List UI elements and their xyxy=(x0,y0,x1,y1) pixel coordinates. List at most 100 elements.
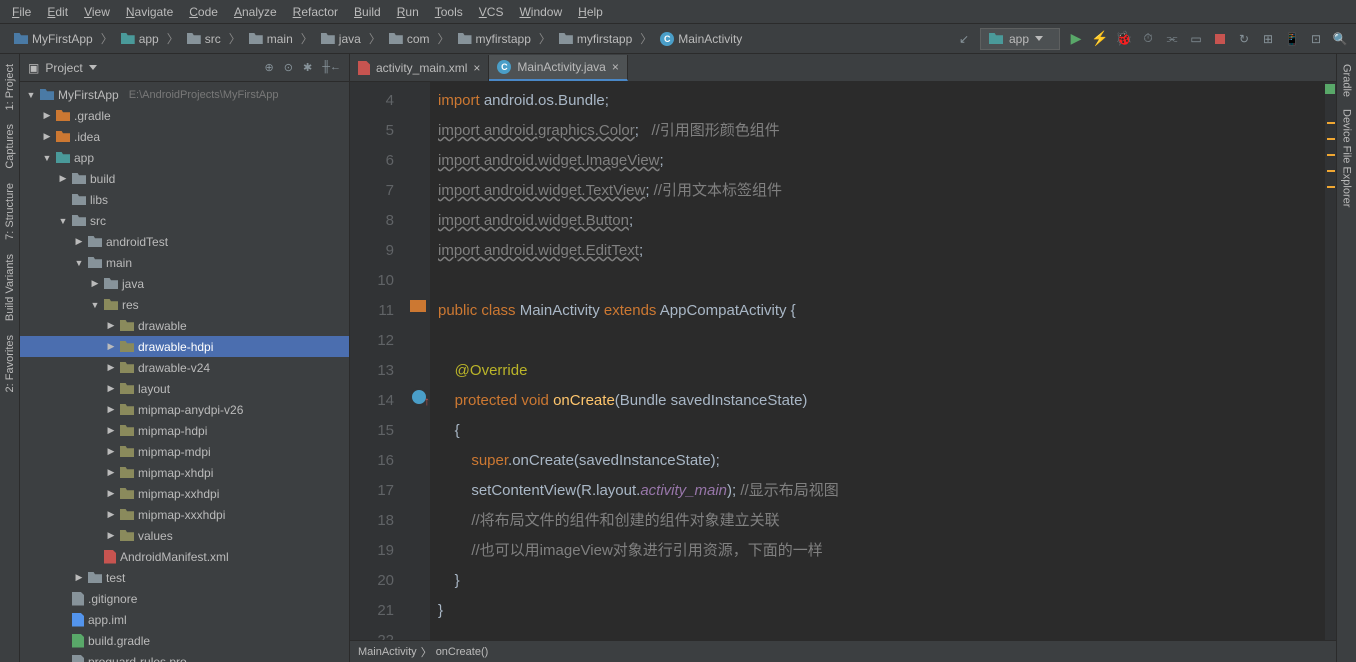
code-line[interactable]: protected void onCreate(Bundle savedInst… xyxy=(438,386,1324,416)
apply-changes-button[interactable]: ⚡ xyxy=(1092,31,1108,47)
code-line[interactable]: super.onCreate(savedInstanceState); xyxy=(438,446,1324,476)
expand-arrow-icon[interactable] xyxy=(26,90,36,100)
code-line[interactable]: import android.widget.EditText; xyxy=(438,236,1324,266)
expand-arrow-icon[interactable] xyxy=(106,467,116,478)
expand-arrow-icon[interactable] xyxy=(106,488,116,499)
avd-button[interactable]: ▭ xyxy=(1188,31,1204,47)
tree-item[interactable]: app xyxy=(20,147,349,168)
breadcrumb-item[interactable]: myfirstapp xyxy=(452,30,537,48)
tree-item[interactable]: app.iml xyxy=(20,609,349,630)
side-tab-captures[interactable]: Captures xyxy=(2,118,18,175)
breadcrumb-item[interactable]: myfirstapp xyxy=(553,30,638,48)
menu-vcs[interactable]: VCS xyxy=(473,3,510,21)
tree-item[interactable]: mipmap-mdpi xyxy=(20,441,349,462)
tree-item[interactable]: build.gradle xyxy=(20,630,349,651)
tree-item[interactable]: AndroidManifest.xml xyxy=(20,546,349,567)
code-line[interactable]: //也可以用imageView对象进行引用资源，下面的一样 xyxy=(438,536,1324,566)
side-tab-project[interactable]: 1: Project xyxy=(2,58,18,116)
warning-mark[interactable] xyxy=(1327,122,1335,124)
stop-button[interactable] xyxy=(1212,31,1228,47)
tree-item[interactable]: drawable-hdpi xyxy=(20,336,349,357)
editor-tab[interactable]: activity_main.xml× xyxy=(350,55,489,81)
code-line[interactable]: setContentView(R.layout.activity_main); … xyxy=(438,476,1324,506)
expand-arrow-icon[interactable] xyxy=(42,131,52,142)
expand-arrow-icon[interactable] xyxy=(90,278,100,289)
tree-item[interactable]: libs xyxy=(20,189,349,210)
tree-item[interactable]: .gradle xyxy=(20,105,349,126)
warning-mark[interactable] xyxy=(1327,186,1335,188)
code-line[interactable]: } xyxy=(438,596,1324,626)
menu-tools[interactable]: Tools xyxy=(429,3,469,21)
breadcrumb-item[interactable]: src xyxy=(181,30,227,48)
breadcrumb-item[interactable]: java xyxy=(315,30,367,48)
tree-item[interactable]: test xyxy=(20,567,349,588)
menu-file[interactable]: File xyxy=(6,3,37,21)
menu-window[interactable]: Window xyxy=(513,3,568,21)
menu-navigate[interactable]: Navigate xyxy=(120,3,179,21)
tree-item[interactable]: .gitignore xyxy=(20,588,349,609)
tree-item[interactable]: mipmap-xhdpi xyxy=(20,462,349,483)
menu-analyze[interactable]: Analyze xyxy=(228,3,283,21)
tree-item[interactable]: androidTest xyxy=(20,231,349,252)
code-line[interactable]: { xyxy=(438,416,1324,446)
target-icon[interactable]: ⊙ xyxy=(284,61,293,74)
side-tab-device-file-explorer[interactable]: Device File Explorer xyxy=(1339,103,1355,213)
breadcrumb-item[interactable]: main xyxy=(243,30,299,48)
breadcrumb-item[interactable]: app xyxy=(115,30,165,48)
warning-mark[interactable] xyxy=(1327,138,1335,140)
run-config-selector[interactable]: app xyxy=(980,28,1060,50)
expand-arrow-icon[interactable] xyxy=(106,530,116,541)
code-line[interactable] xyxy=(438,266,1324,296)
tree-item[interactable]: layout xyxy=(20,378,349,399)
profiler-button[interactable]: ⏱ xyxy=(1140,31,1156,47)
layout-inspector-button[interactable]: ⊡ xyxy=(1308,31,1324,47)
menu-refactor[interactable]: Refactor xyxy=(287,3,344,21)
close-icon[interactable]: × xyxy=(612,60,619,74)
code-line[interactable]: //将布局文件的组件和创建的组件对象建立关联 xyxy=(438,506,1324,536)
expand-arrow-icon[interactable] xyxy=(106,320,116,331)
expand-arrow-icon[interactable] xyxy=(58,216,68,226)
collapse-icon[interactable]: ⊕ xyxy=(265,61,274,74)
debug-button[interactable]: 🐞 xyxy=(1116,31,1132,47)
breadcrumb-item[interactable]: onCreate() xyxy=(436,646,489,658)
side-tab-build-variants[interactable]: Build Variants xyxy=(2,248,18,327)
search-button[interactable]: 🔍 xyxy=(1332,31,1348,47)
code-line[interactable]: import android.graphics.Color; //引用图形颜色组… xyxy=(438,116,1324,146)
expand-arrow-icon[interactable] xyxy=(58,173,68,184)
expand-arrow-icon[interactable] xyxy=(74,258,84,268)
dropdown-icon[interactable] xyxy=(89,65,97,70)
expand-arrow-icon[interactable] xyxy=(42,110,52,121)
code-line[interactable] xyxy=(438,626,1324,640)
override-icon[interactable] xyxy=(410,388,428,406)
tree-item[interactable]: proguard-rules.pro xyxy=(20,651,349,662)
warning-mark[interactable] xyxy=(1327,154,1335,156)
expand-arrow-icon[interactable] xyxy=(106,509,116,520)
code-line[interactable] xyxy=(438,326,1324,356)
menu-build[interactable]: Build xyxy=(348,3,387,21)
tree-item[interactable]: res xyxy=(20,294,349,315)
tree-item[interactable]: values xyxy=(20,525,349,546)
editor-body[interactable]: 45678910111213141516171819202122 import … xyxy=(350,82,1336,640)
expand-arrow-icon[interactable] xyxy=(106,404,116,415)
expand-arrow-icon[interactable] xyxy=(106,383,116,394)
close-icon[interactable]: × xyxy=(473,61,480,75)
breadcrumb-item[interactable]: CMainActivity xyxy=(654,30,748,48)
code-line[interactable]: public class MainActivity extends AppCom… xyxy=(438,296,1324,326)
tree-item[interactable]: MyFirstAppE:\AndroidProjects\MyFirstApp xyxy=(20,84,349,105)
expand-arrow-icon[interactable] xyxy=(106,341,116,352)
warning-mark[interactable] xyxy=(1327,170,1335,172)
menu-run[interactable]: Run xyxy=(391,3,425,21)
run-button[interactable]: ▶ xyxy=(1068,31,1084,47)
tree-item[interactable]: src xyxy=(20,210,349,231)
expand-arrow-icon[interactable] xyxy=(74,572,84,583)
editor-tab[interactable]: CMainActivity.java× xyxy=(489,55,628,81)
tree-item[interactable]: drawable-v24 xyxy=(20,357,349,378)
code-line[interactable]: import android.widget.ImageView; xyxy=(438,146,1324,176)
code-line[interactable]: @Override xyxy=(438,356,1324,386)
menu-code[interactable]: Code xyxy=(183,3,224,21)
tree-item[interactable]: mipmap-hdpi xyxy=(20,420,349,441)
attach-button[interactable]: ⫘ xyxy=(1164,31,1180,47)
class-marker-icon[interactable] xyxy=(410,300,426,312)
expand-arrow-icon[interactable] xyxy=(42,153,52,163)
menu-edit[interactable]: Edit xyxy=(41,3,74,21)
